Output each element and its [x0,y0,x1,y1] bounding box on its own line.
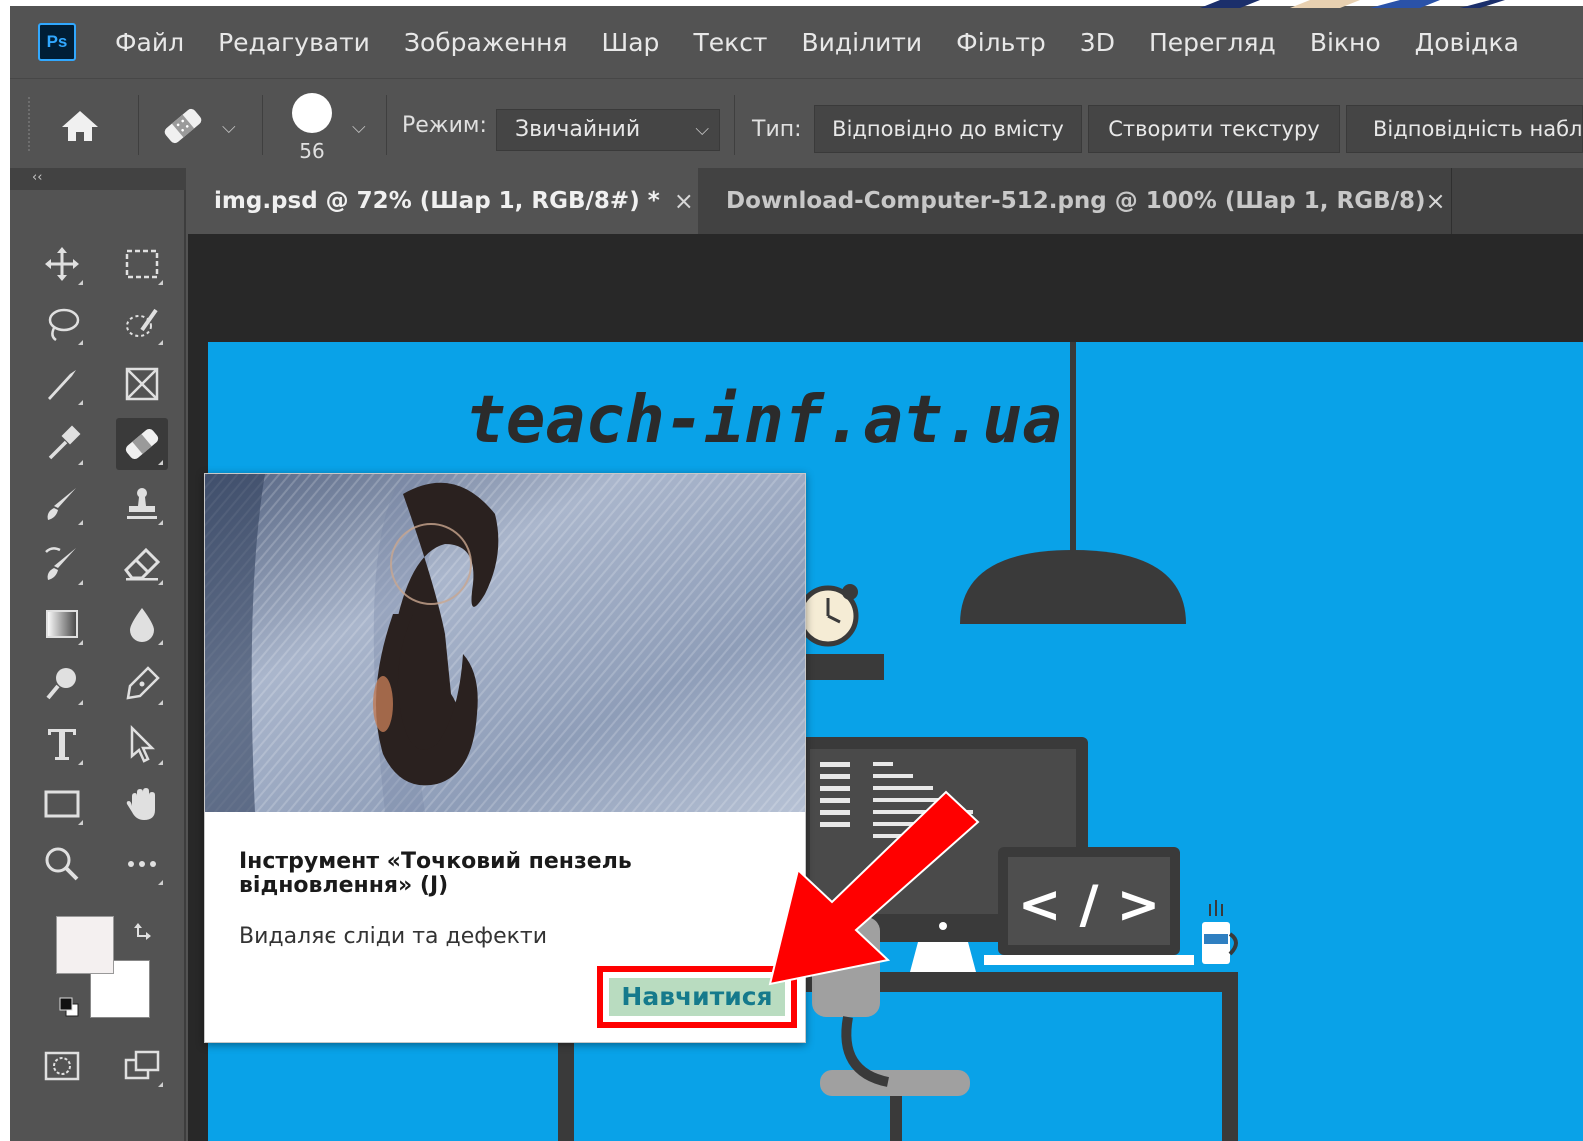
options-separator [138,95,139,155]
toolbox-collapse-button[interactable]: ‹‹ [10,168,186,190]
marquee-tool-icon[interactable] [116,238,168,290]
type-proximity-match-button[interactable]: Відповідність набл [1346,105,1583,153]
mode-select[interactable]: Звичайний ⌵ [496,109,720,151]
menu-window[interactable]: Вікно [1293,28,1398,57]
eraser-tool-icon[interactable] [116,538,168,590]
menu-image[interactable]: Зображення [387,28,585,57]
home-icon[interactable] [58,107,102,145]
options-separator [262,95,263,155]
brush-chevron-down-icon[interactable]: ⌵ [352,117,366,138]
menu-bar: Ps Файл Редагувати Зображення Шар Текст … [10,6,1583,78]
history-brush-tool-icon[interactable] [36,538,88,590]
lamp-cord [1070,342,1076,552]
menu-edit[interactable]: Редагувати [201,28,387,57]
frame-tool-icon[interactable] [116,358,168,410]
lasso-tool-icon[interactable] [36,298,88,350]
menu-filter[interactable]: Фільтр [939,28,1063,57]
mode-chevron-down-icon: ⌵ [695,119,709,140]
options-separator [386,95,387,155]
menu-select[interactable]: Виділити [785,28,940,57]
tooltip-description: Видаляє сліди та дефекти [239,924,547,949]
spot-healing-brush-tool-icon[interactable] [116,418,168,470]
toolbox: ‹‹ [10,168,186,1141]
quick-selection-tool-icon[interactable] [116,298,168,350]
tab-download-computer-png[interactable]: Download-Computer-512.png @ 100% (Шар 1,… [700,168,1452,234]
desk-leg [1222,992,1238,1141]
pen-tool-icon[interactable] [116,658,168,710]
menu-3d[interactable]: 3D [1063,28,1132,57]
clone-stamp-tool-icon[interactable] [116,478,168,530]
chair-seat [820,1070,970,1096]
default-colors-icon[interactable] [58,996,80,1018]
close-icon[interactable]: × [1426,187,1446,215]
tool-tooltip-popup: Інструмент «Точковий пензель відновлення… [204,473,806,1043]
red-arrow-annotation-icon [768,790,980,986]
crop-tool-icon[interactable] [36,358,88,410]
eyedropper-tool-icon[interactable] [36,418,88,470]
watermark-text: teach-inf.at.ua [466,381,1062,458]
tooltip-preview-image [205,474,805,812]
wall-shelf [798,654,884,680]
corner-decoration [1200,0,1505,8]
brush-preview-icon[interactable] [292,93,332,133]
type-tool-icon[interactable] [36,718,88,770]
options-bar: ⌵ 56 ⌵ Режим: Звичайний ⌵ Тип: Відповідн… [10,78,1583,168]
options-separator [734,95,735,155]
move-tool-icon[interactable] [36,238,88,290]
menu-help[interactable]: Довідка [1398,28,1536,57]
mode-label: Режим: [402,113,487,138]
quick-mask-icon[interactable] [36,1040,88,1092]
preset-chevron-down-icon[interactable]: ⌵ [222,117,236,138]
document-tab-bar: img.psd @ 72% (Шар 1, RGB/8#) * × Downlo… [188,168,1583,234]
screen-mode-icon[interactable] [116,1040,168,1092]
spot-healing-brush-preset-icon[interactable] [158,101,208,151]
mode-select-value: Звичайний [515,117,641,142]
path-selection-tool-icon[interactable] [116,718,168,770]
tab-label: img.psd @ 72% (Шар 1, RGB/8#) * [214,188,660,214]
tooltip-title: Інструмент «Точковий пензель відновлення… [239,849,632,898]
menu-type[interactable]: Текст [676,28,784,57]
type-create-texture-button[interactable]: Створити текстуру [1088,105,1340,153]
tab-label: Download-Computer-512.png @ 100% (Шар 1,… [726,188,1426,214]
type-label: Тип: [752,117,802,142]
menu-view[interactable]: Перегляд [1132,28,1293,57]
code-sign-text: < / > [1018,875,1160,935]
photoshop-window: Ps Файл Редагувати Зображення Шар Текст … [10,6,1583,1141]
menu-file[interactable]: Файл [98,28,201,57]
rectangle-tool-icon[interactable] [36,778,88,830]
brush-size-value: 56 [299,139,325,163]
gradient-tool-icon[interactable] [36,598,88,650]
blur-tool-icon[interactable] [116,598,168,650]
menu-layer[interactable]: Шар [585,28,677,57]
brush-tool-icon[interactable] [36,478,88,530]
photoshop-logo: Ps [38,23,76,61]
options-grip[interactable] [28,97,32,151]
swap-colors-icon[interactable] [132,920,156,944]
more-tools-icon[interactable] [116,838,168,890]
foreground-color-swatch[interactable] [56,916,114,974]
zoom-tool-icon[interactable] [36,838,88,890]
type-content-aware-button[interactable]: Відповідно до вмісту [814,105,1082,153]
close-icon[interactable]: × [674,187,694,215]
dodge-tool-icon[interactable] [36,658,88,710]
tab-img-psd[interactable]: img.psd @ 72% (Шар 1, RGB/8#) * × [188,168,698,234]
hand-tool-icon[interactable] [116,778,168,830]
